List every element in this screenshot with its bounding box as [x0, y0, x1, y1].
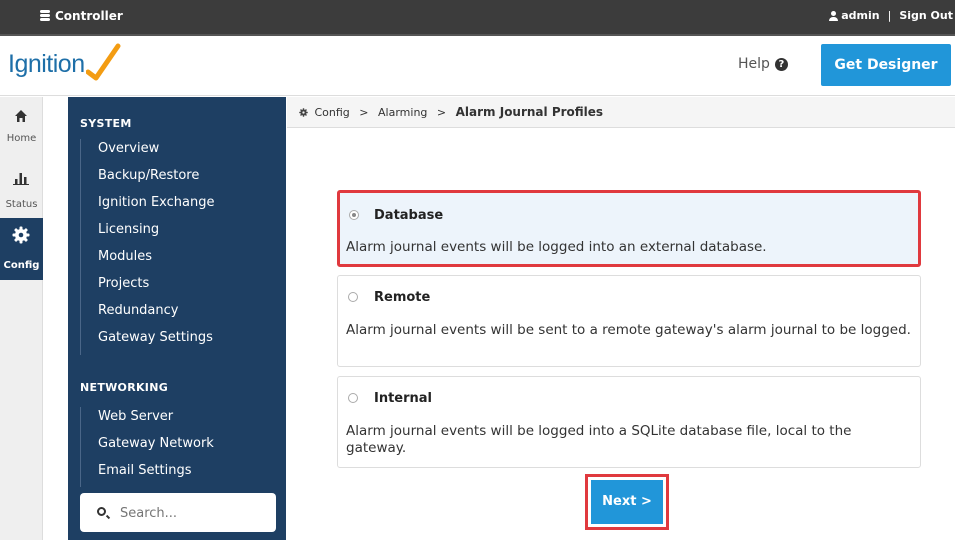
search-icon: [97, 507, 106, 516]
user-area: admin | Sign Out: [828, 9, 953, 22]
rail-item-config[interactable]: Config: [0, 218, 43, 280]
gear-icon: [12, 226, 30, 244]
nav-item-gateway-settings[interactable]: Gateway Settings: [81, 328, 215, 355]
controller-title: Controller: [55, 9, 123, 23]
sign-out-link[interactable]: Sign Out: [899, 9, 953, 22]
divider: |: [887, 9, 892, 22]
rail-item-status[interactable]: Status: [0, 159, 43, 219]
option-description: Alarm journal events will be logged into…: [346, 423, 852, 456]
option-description: Alarm journal events will be sent to a r…: [346, 322, 911, 338]
nav-panel: SYSTEM Overview Backup/Restore Ignition …: [68, 97, 286, 540]
database-icon: [40, 10, 50, 22]
option-database[interactable]: Database Alarm journal events will be lo…: [337, 190, 921, 267]
home-icon: [15, 110, 27, 122]
rail-item-home[interactable]: Home: [0, 97, 43, 157]
remote-radio[interactable]: [348, 292, 358, 302]
config-gear-icon: [299, 108, 308, 117]
rail-label-config: Config: [3, 260, 40, 271]
rail-label-status: Status: [5, 199, 38, 210]
option-description: Alarm journal events will be logged into…: [346, 239, 767, 255]
breadcrumb-config[interactable]: Config: [315, 106, 350, 119]
search-input[interactable]: [120, 503, 270, 523]
system-heading: SYSTEM: [80, 117, 132, 130]
rail-label-home: Home: [6, 133, 37, 144]
get-designer-button[interactable]: Get Designer: [821, 44, 951, 86]
bar-chart-icon: [13, 173, 29, 185]
nav-item-ignition-exchange[interactable]: Ignition Exchange: [81, 193, 215, 220]
next-button-highlight: Next >: [585, 474, 669, 530]
networking-group: Web Server Gateway Network Email Setting…: [80, 407, 214, 487]
nav-item-web-server[interactable]: Web Server: [81, 407, 214, 434]
icon-rail: Home Status Config: [0, 97, 43, 540]
nav-search[interactable]: [80, 493, 276, 532]
next-button[interactable]: Next >: [591, 480, 663, 524]
nav-item-gateway-network[interactable]: Gateway Network: [81, 434, 214, 461]
help-label: Help: [738, 56, 770, 72]
nav-item-overview[interactable]: Overview: [81, 139, 215, 166]
breadcrumb: Config > Alarming > Alarm Journal Profil…: [287, 97, 955, 128]
option-internal[interactable]: Internal Alarm journal events will be lo…: [337, 376, 921, 468]
question-icon: ?: [774, 57, 788, 71]
nav-item-modules[interactable]: Modules: [81, 247, 215, 274]
logo-text: Ignition: [8, 50, 85, 78]
username-link[interactable]: admin: [841, 9, 879, 22]
option-title: Database: [374, 208, 444, 223]
nav-item-email-settings[interactable]: Email Settings: [81, 461, 214, 488]
nav-item-redundancy[interactable]: Redundancy: [81, 301, 215, 328]
option-title: Remote: [374, 290, 431, 305]
breadcrumb-alarming[interactable]: Alarming: [378, 106, 427, 119]
nav-item-licensing[interactable]: Licensing: [81, 220, 215, 247]
system-group: Overview Backup/Restore Ignition Exchang…: [80, 139, 215, 355]
database-radio[interactable]: [349, 210, 359, 220]
ignition-logo[interactable]: Ignition: [8, 50, 85, 79]
breadcrumb-separator: >: [436, 106, 447, 119]
breadcrumb-separator: >: [359, 106, 369, 119]
header: Ignition Help ? Get Designer: [0, 36, 955, 96]
option-title: Internal: [374, 391, 433, 406]
top-bar: Controller admin | Sign Out: [0, 0, 955, 36]
breadcrumb-current: Alarm Journal Profiles: [455, 105, 604, 119]
help-link[interactable]: Help ?: [738, 56, 788, 72]
logo-check-icon: [86, 43, 121, 81]
user-icon: [828, 10, 839, 21]
internal-radio[interactable]: [348, 393, 358, 403]
networking-heading: NETWORKING: [80, 381, 169, 394]
nav-item-projects[interactable]: Projects: [81, 274, 215, 301]
nav-item-backup-restore[interactable]: Backup/Restore: [81, 166, 215, 193]
controller-label: Controller: [40, 9, 123, 23]
option-remote[interactable]: Remote Alarm journal events will be sent…: [337, 275, 921, 367]
